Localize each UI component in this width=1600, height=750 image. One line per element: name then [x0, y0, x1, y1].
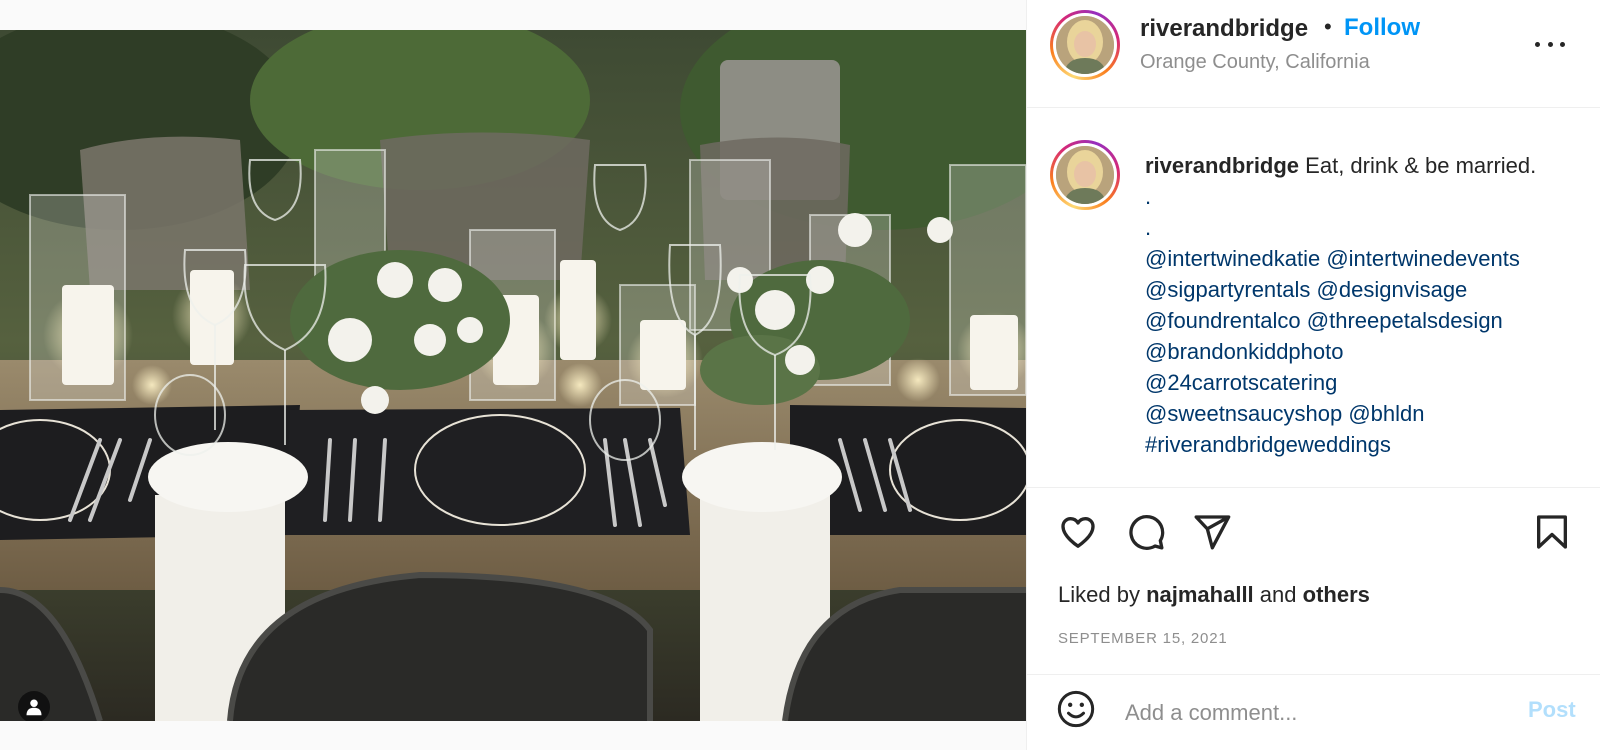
- emoji-icon: [1057, 690, 1095, 728]
- share-button[interactable]: [1190, 510, 1234, 554]
- header-separator: •: [1324, 14, 1332, 39]
- mention-line: @brandonkiddphoto: [1145, 336, 1585, 367]
- post-location[interactable]: Orange County, California: [1140, 51, 1370, 74]
- liked-by-and: and: [1259, 582, 1297, 607]
- comments-scroll-area[interactable]: riverandbridge Eat, drink & be married. …: [1027, 109, 1600, 486]
- post-photo-illustration: [0, 30, 1026, 721]
- liked-by-prefix: Liked by: [1058, 582, 1140, 607]
- caption-dot: .: [1145, 184, 1152, 209]
- post-date[interactable]: SEPTEMBER 15, 2021: [1058, 630, 1227, 647]
- mention-link[interactable]: @bhldn: [1348, 401, 1424, 426]
- post-header: riverandbridge • Follow Orange County, C…: [1027, 0, 1600, 108]
- avatar-photo: [1056, 146, 1114, 204]
- mention-link[interactable]: @intertwinedevents: [1326, 246, 1520, 271]
- comment-input[interactable]: [1125, 693, 1505, 733]
- mention-line: @sweetnsaucyshop @bhldn: [1145, 398, 1585, 429]
- mention-link[interactable]: @designvisage: [1317, 277, 1468, 302]
- mention-line: @24carrotscatering: [1145, 367, 1585, 398]
- bookmark-icon: [1537, 515, 1567, 549]
- post-details-panel: riverandbridge • Follow Orange County, C…: [1026, 0, 1600, 750]
- mention-link[interactable]: @foundrentalco: [1145, 308, 1301, 333]
- comment-button[interactable]: [1124, 510, 1168, 554]
- post-comment-button[interactable]: Post: [1528, 697, 1576, 723]
- avatar-photo: [1056, 16, 1114, 74]
- mention-link[interactable]: @threepetalsdesign: [1307, 308, 1503, 333]
- heart-icon: [1061, 517, 1095, 548]
- mention-line: @sigpartyrentals @designvisage: [1145, 274, 1585, 305]
- mention-link[interactable]: @sigpartyrentals: [1145, 277, 1310, 302]
- caption-username[interactable]: riverandbridge: [1145, 153, 1299, 178]
- caption-text: Eat, drink & be married.: [1305, 153, 1537, 178]
- follow-button[interactable]: Follow: [1344, 14, 1420, 42]
- post-caption: riverandbridge Eat, drink & be married. …: [1145, 150, 1585, 460]
- media-top-gutter: [0, 0, 1026, 30]
- caption-dot: .: [1145, 215, 1152, 240]
- mention-link[interactable]: @sweetnsaucyshop: [1145, 401, 1342, 426]
- comment-icon: [1129, 514, 1165, 550]
- author-username[interactable]: riverandbridge: [1140, 15, 1308, 43]
- like-button[interactable]: [1056, 510, 1100, 554]
- mention-link[interactable]: @24carrotscatering: [1145, 370, 1337, 395]
- mention-link[interactable]: @brandonkiddphoto: [1145, 339, 1343, 364]
- author-avatar[interactable]: [1050, 10, 1120, 80]
- tagged-people-button[interactable]: [18, 691, 50, 721]
- more-options-icon[interactable]: [1535, 38, 1565, 50]
- post-photo[interactable]: [0, 30, 1026, 721]
- likes-summary: Liked by najmahalll and others: [1058, 582, 1370, 608]
- mention-line: @foundrentalco @threepetalsdesign: [1145, 305, 1585, 336]
- mention-line: #riverandbridgeweddings: [1145, 429, 1585, 460]
- save-button[interactable]: [1530, 510, 1574, 554]
- share-icon: [1194, 515, 1231, 550]
- hashtag-link[interactable]: #riverandbridgeweddings: [1145, 432, 1391, 457]
- caption-author-avatar[interactable]: [1050, 140, 1120, 210]
- mention-link[interactable]: @intertwinedkatie: [1145, 246, 1320, 271]
- liked-by-user[interactable]: najmahalll: [1146, 582, 1254, 607]
- media-bottom-gutter: [0, 721, 1026, 750]
- person-tag-icon: [26, 699, 42, 716]
- emoji-button[interactable]: [1054, 687, 1098, 731]
- liked-by-others[interactable]: others: [1303, 582, 1370, 607]
- post-actions: Liked by najmahalll and others SEPTEMBER…: [1027, 487, 1600, 673]
- mention-line: @intertwinedkatie @intertwinedevents: [1145, 243, 1585, 274]
- comment-composer: Post: [1027, 674, 1600, 750]
